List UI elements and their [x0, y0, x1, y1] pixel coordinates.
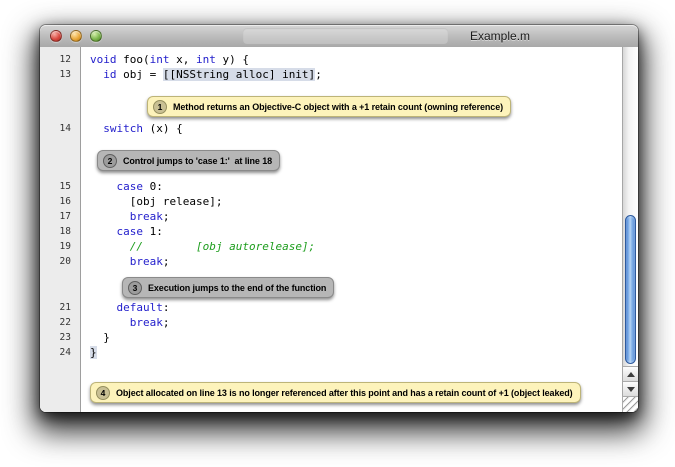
example-window: Example.m 1112void foo(int x, int y) {13…: [40, 25, 638, 412]
code-line-15: 15 case 0:: [40, 179, 622, 194]
analyzer-report: 1112void foo(int x, int y) {13 id obj = …: [40, 47, 638, 412]
code-text: }: [81, 345, 97, 360]
code-line-12: 12void foo(int x, int y) {: [40, 52, 622, 67]
line-number: 22: [40, 315, 81, 330]
analyzer-balloon-1: 1 Method returns an Objective-C object wi…: [147, 96, 511, 117]
code-line-24: 24}: [40, 345, 622, 360]
code-text: }: [81, 330, 110, 345]
scroll-down-button[interactable]: [623, 381, 638, 396]
titlebar-inset: [243, 28, 448, 44]
window-title: Example.m: [470, 25, 530, 47]
code-text: switch (x) {: [81, 121, 183, 136]
resize-grip[interactable]: [622, 396, 638, 412]
code-text: case 1:: [81, 224, 163, 239]
code-text: break;: [81, 254, 170, 269]
line-number: 12: [40, 52, 81, 67]
code-text: // [obj autorelease];: [81, 239, 315, 254]
down-arrow-icon: [627, 387, 635, 392]
code-text: void foo(int x, int y) {: [81, 52, 249, 67]
step-badge: 4: [96, 386, 110, 400]
line-number: 17: [40, 209, 81, 224]
line-number: 23: [40, 330, 81, 345]
balloon-text: Object allocated on line 13 is no longer…: [116, 388, 573, 398]
line-number: 19: [40, 239, 81, 254]
code-line-18: 18 case 1:: [40, 224, 622, 239]
code-line-21: 21 default:: [40, 300, 622, 315]
code-line-19: 19 // [obj autorelease];: [40, 239, 622, 254]
balloon-text: Control jumps to 'case 1:' at line 18: [123, 156, 272, 166]
step-badge: 3: [128, 281, 142, 295]
code-pane: 1112void foo(int x, int y) {13 id obj = …: [40, 47, 622, 412]
balloon-text: Execution jumps to the end of the functi…: [148, 283, 326, 293]
line-number: 13: [40, 67, 81, 82]
vertical-scrollbar[interactable]: [622, 47, 638, 412]
line-number: 20: [40, 254, 81, 269]
minimize-button[interactable]: [70, 30, 82, 42]
up-arrow-icon: [627, 372, 635, 377]
line-number: 21: [40, 300, 81, 315]
analyzer-balloon-2: 2 Control jumps to 'case 1:' at line 18: [97, 150, 280, 171]
balloon-text: Method returns an Objective-C object wit…: [173, 102, 503, 112]
step-badge: 1: [153, 100, 167, 114]
code-text: break;: [81, 315, 170, 330]
code-text: [obj release];: [81, 194, 222, 209]
code-line-22: 22 break;: [40, 315, 622, 330]
step-badge: 2: [103, 154, 117, 168]
code-line-17: 17 break;: [40, 209, 622, 224]
line-number: 24: [40, 345, 81, 360]
line-number: 16: [40, 194, 81, 209]
line-number: 14: [40, 121, 81, 136]
code-text: default:: [81, 300, 169, 315]
close-button[interactable]: [50, 30, 62, 42]
zoom-button[interactable]: [90, 30, 102, 42]
vertical-scrollbar-thumb[interactable]: [625, 215, 636, 364]
code-text: case 0:: [81, 179, 163, 194]
scroll-up-button[interactable]: [623, 366, 638, 381]
titlebar: Example.m: [40, 25, 638, 48]
code-text: id obj = [[NSString alloc] init];: [81, 67, 322, 82]
code-line-20: 20 break;: [40, 254, 622, 269]
code-line-23: 23 }: [40, 330, 622, 345]
code-line-16: 16 [obj release];: [40, 194, 622, 209]
analyzer-balloon-4: 4 Object allocated on line 13 is no longe…: [90, 382, 581, 403]
line-number: 18: [40, 224, 81, 239]
code-lines: 1112void foo(int x, int y) {13 id obj = …: [40, 47, 622, 403]
code-text: break;: [81, 209, 170, 224]
line-number: 15: [40, 179, 81, 194]
code-line-14: 14 switch (x) {: [40, 121, 622, 136]
desktop: { "window": { "title": "Example.m" }, "e…: [0, 0, 675, 467]
analyzer-balloon-3: 3 Execution jumps to the end of the funct…: [122, 277, 334, 298]
window-controls: [50, 30, 102, 42]
code-line-13: 13 id obj = [[NSString alloc] init];: [40, 67, 622, 82]
